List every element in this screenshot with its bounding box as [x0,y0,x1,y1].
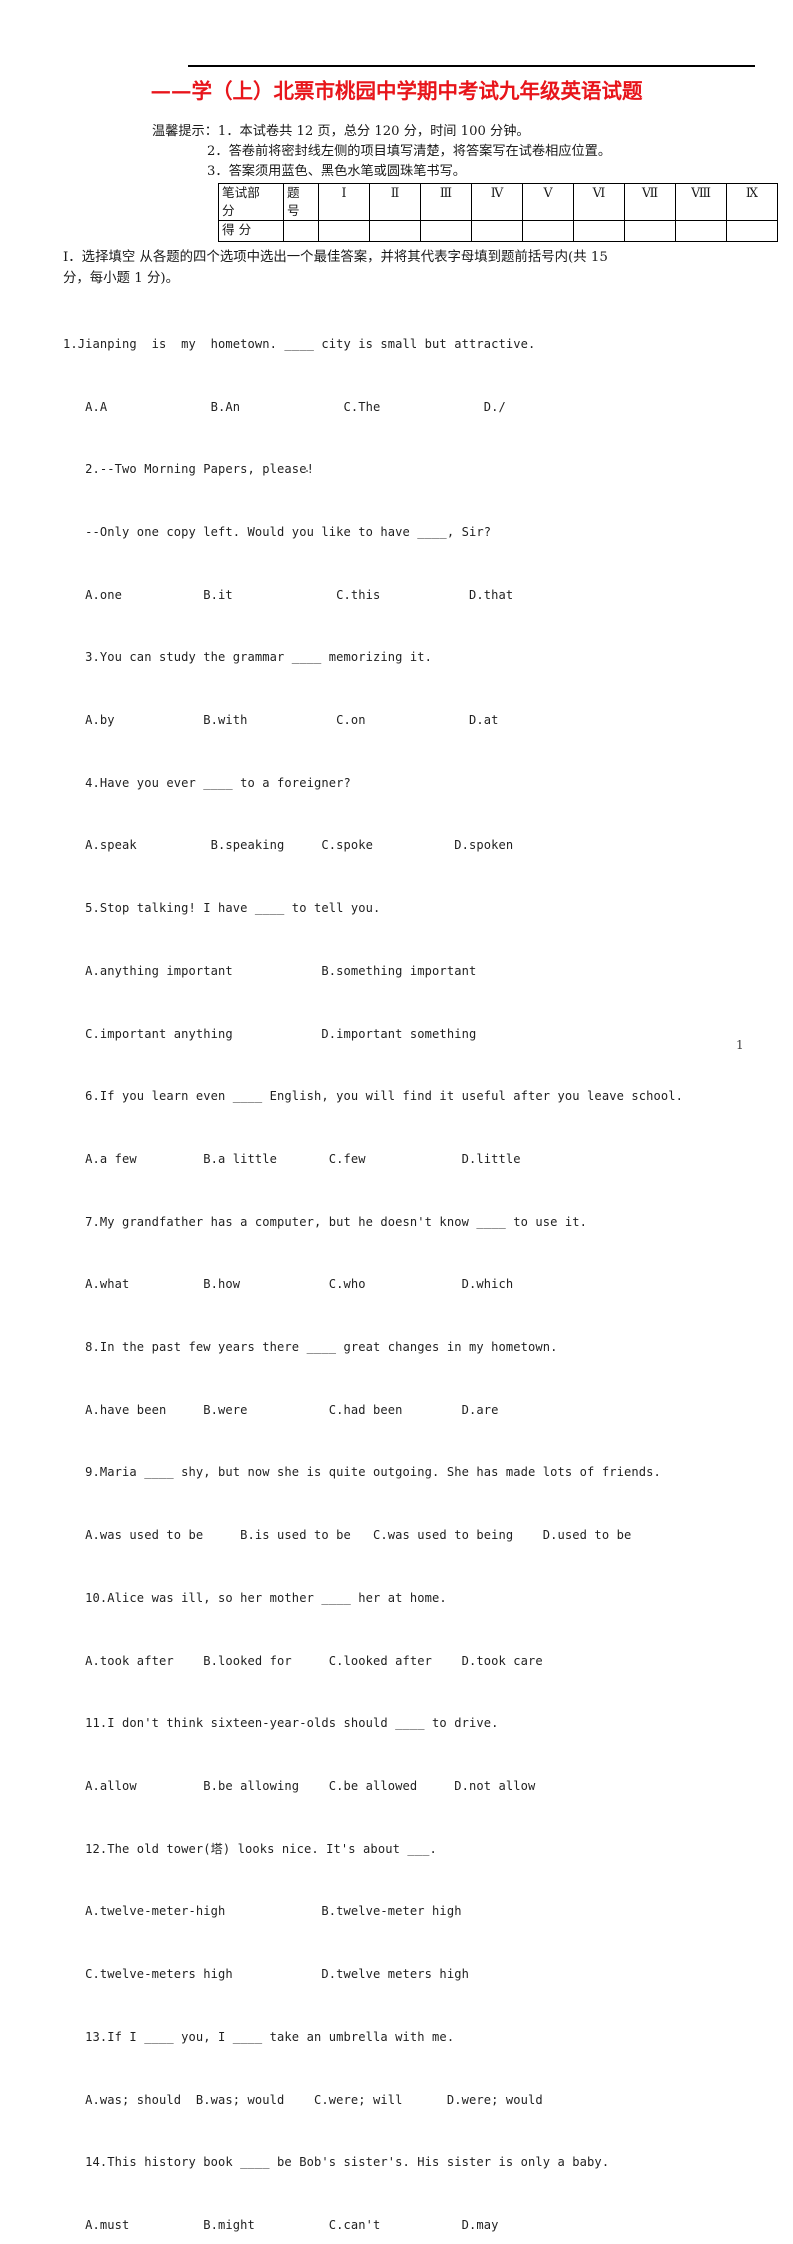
score-cell-7[interactable] [624,220,676,242]
exam-paper-page: ——学（上）北票市桃园中学期中考试九年级英语试题 温馨提示：1．本试卷共 12 … [0,0,793,2232]
score-cell-2[interactable] [369,220,421,242]
cell-roman-1: Ⅰ [318,183,370,221]
table-row: 得 分 [218,220,778,242]
section-1-heading-line-2: 分，每小题 1 分)。 [63,270,179,286]
score-cell-1[interactable] [318,220,370,242]
cell-roman-6: Ⅵ [573,183,625,221]
question-line: 9.Maria ____ shy, but now she is quite o… [63,1465,661,1480]
question-number-line1: 题 [287,185,300,200]
question-line: A.took after B.looked for C.looked after… [63,1653,543,1668]
score-cell-0[interactable] [283,220,319,242]
page-title: ——学（上）北票市桃园中学期中考试九年级英语试题 [150,79,643,103]
exam-notice-block: 温馨提示：1．本试卷共 12 页，总分 120 分，时间 100 分钟。 2．答… [152,122,752,182]
notice-line-2: 2．答卷前将密封线左侧的项目填写清楚，将答案写在试卷相应位置。 [207,144,612,159]
score-cell-8[interactable] [675,220,727,242]
question-line: A.speak B.speaking C.spoke D.spoken [63,838,514,853]
page-number: 1 [736,1038,744,1052]
question-line: 5.Stop talking! I have ____ to tell you. [63,901,381,916]
score-cell-4[interactable] [471,220,523,242]
question-line: A.was used to be B.is used to be C.was u… [63,1528,632,1543]
score-cell-5[interactable] [522,220,574,242]
question-line: 8.In the past few years there ____ great… [63,1340,558,1355]
question-number-line2: 号 [287,203,300,218]
question-line: A.one B.it C.this D.that [63,587,514,602]
score-cell-6[interactable] [573,220,625,242]
cell-roman-7: Ⅶ [624,183,676,221]
cell-score-label: 得 分 [218,220,284,242]
question-list: 1.Jianping is my hometown. ____ city is … [63,292,763,2244]
cell-roman-5: Ⅴ [522,183,574,221]
score-table: 笔试部 分 题 号 Ⅰ Ⅱ Ⅲ Ⅳ Ⅴ Ⅵ Ⅶ Ⅷ Ⅸ 得 分 [218,183,778,242]
question-line: A.what B.how C.who D.which [63,1277,514,1292]
question-line: 7.My grandfather has a computer, but he … [63,1214,588,1229]
notice-line-1: 温馨提示：1．本试卷共 12 页，总分 120 分，时间 100 分钟。 [152,124,530,139]
question-line: A.was; should B.was; would C.were; will … [63,2092,543,2107]
question-line: A.must B.might C.can't D.may [63,2217,499,2232]
question-line: 1.Jianping is my hometown. ____ city is … [63,336,536,351]
cell-roman-9: Ⅸ [726,183,778,221]
written-part-line1: 笔试部 [222,185,260,200]
question-line: A.a few B.a little C.few D.little [63,1151,521,1166]
ink-speck [306,470,308,472]
question-line: 6.If you learn even ____ English, you wi… [63,1089,684,1104]
notice-line-3: 3．答案须用蓝色、黑色水笔或圆珠笔书写。 [207,164,466,179]
written-part-line2: 分 [222,203,235,218]
question-line: C.important anything D.important somethi… [63,1026,477,1041]
question-line: 3.You can study the grammar ____ memoriz… [63,650,433,665]
table-row: 笔试部 分 题 号 Ⅰ Ⅱ Ⅲ Ⅳ Ⅴ Ⅵ Ⅶ Ⅷ Ⅸ [218,183,778,221]
question-line: 2.--Two Morning Papers, please! [63,462,314,477]
question-line: A.twelve-meter-high B.twelve-meter high [63,1904,462,1919]
question-line: 11.I don't think sixteen-year-olds shoul… [63,1716,499,1731]
question-line: A.have been B.were C.had been D.are [63,1402,499,1417]
question-line: A.allow B.be allowing C.be allowed D.not… [63,1778,536,1793]
question-line: A.anything important B.something importa… [63,963,477,978]
cell-written-part: 笔试部 分 [218,183,284,221]
cell-roman-3: Ⅲ [420,183,472,221]
question-line: 4.Have you ever ____ to a foreigner? [63,775,351,790]
section-1-heading: I．选择填空 从各题的四个选项中选出一个最佳答案，并将其代表字母填到题前括号内(… [63,248,735,289]
cell-roman-4: Ⅳ [471,183,523,221]
question-line: 12.The old tower(塔) looks nice. It's abo… [63,1841,437,1856]
section-1-heading-line-1: I．选择填空 从各题的四个选项中选出一个最佳答案，并将其代表字母填到题前括号内(… [63,250,608,265]
score-cell-9[interactable] [726,220,778,242]
question-line: 14.This history book ____ be Bob's siste… [63,2155,610,2170]
cell-question-number-label: 题 号 [283,183,319,221]
question-line: 13.If I ____ you, I ____ take an umbrell… [63,2029,455,2044]
cell-roman-8: Ⅷ [675,183,727,221]
question-line: --Only one copy left. Would you like to … [63,524,492,539]
question-line: A.by B.with C.on D.at [63,713,499,728]
score-cell-3[interactable] [420,220,472,242]
question-line: A.A B.An C.The D./ [63,399,506,414]
question-line: C.twelve-meters high D.twelve meters hig… [63,1967,469,1982]
header-rule [188,65,755,67]
cell-roman-2: Ⅱ [369,183,421,221]
question-line: 10.Alice was ill, so her mother ____ her… [63,1590,447,1605]
